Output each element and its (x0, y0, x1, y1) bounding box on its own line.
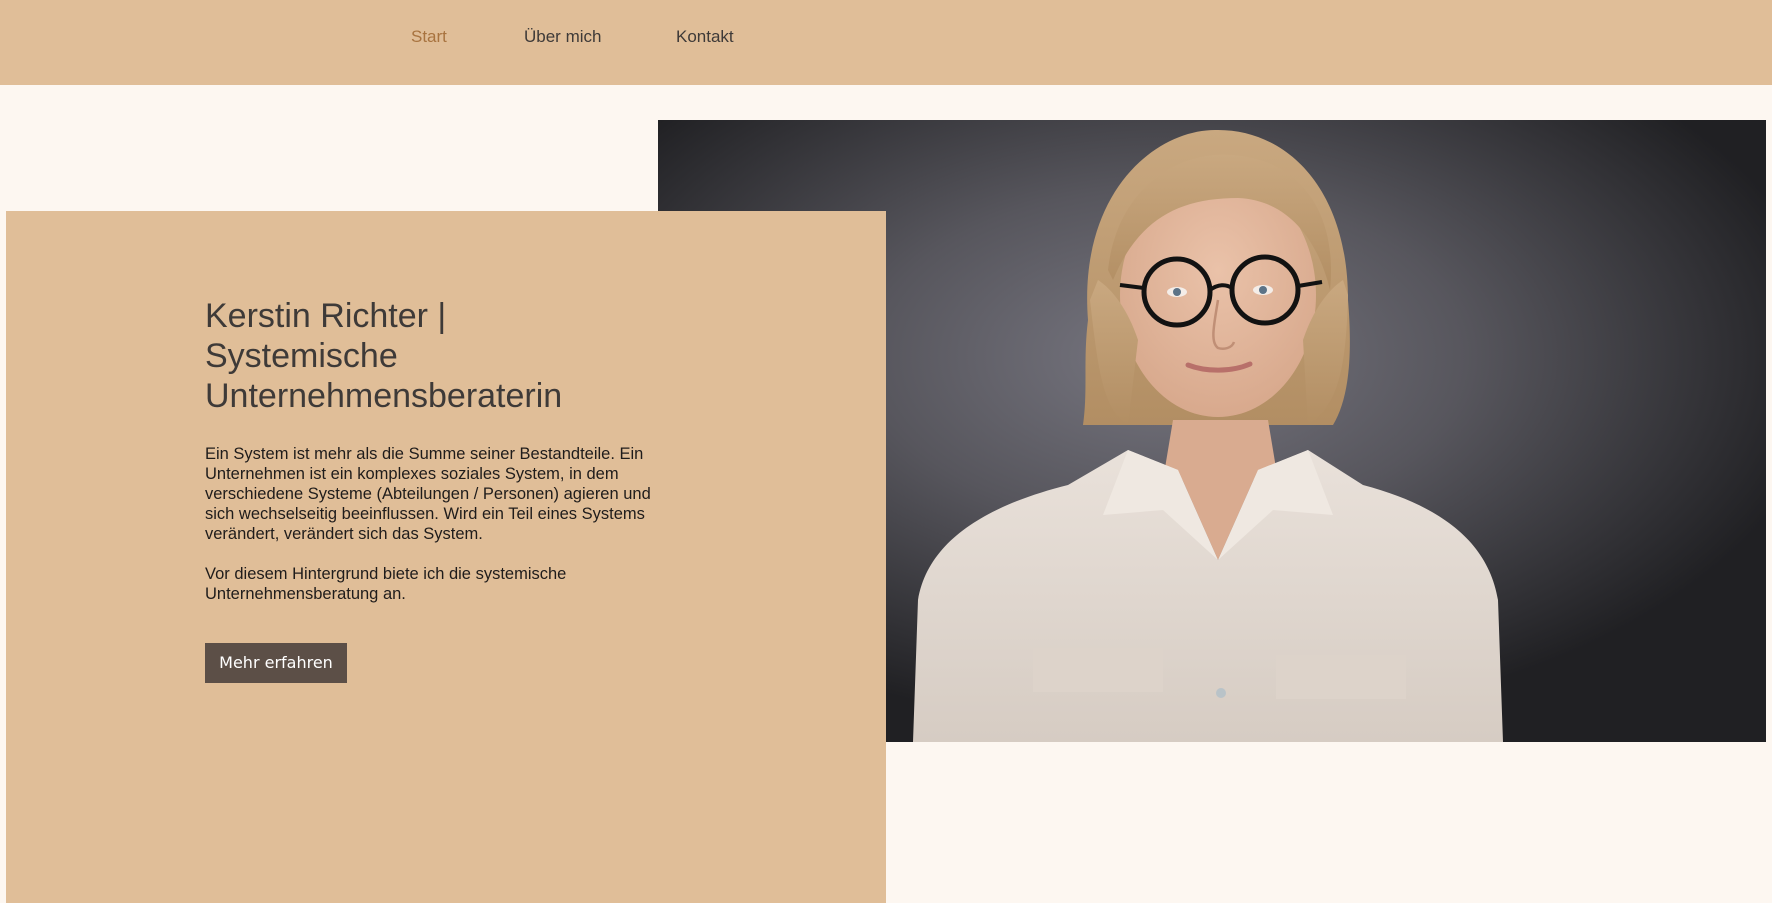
offer-paragraph: Vor diesem Hintergrund biete ich die sys… (205, 564, 685, 604)
nav-item-contact[interactable]: Kontakt (676, 25, 734, 49)
page-title: Kerstin Richter | Systemische Unternehme… (205, 296, 645, 416)
offer-paragraph-line: Vor diesem Hintergrund biete ich die sys… (205, 565, 567, 583)
site-header: Start Über mich Kontakt (0, 0, 1772, 85)
intro-paragraph-line: sich wechselseitig beeinflussen. Wird ei… (205, 505, 645, 523)
learn-more-button[interactable]: Mehr erfahren (205, 643, 347, 683)
intro-paragraph-line: verschiedene Systeme (Abteilungen / Pers… (205, 485, 651, 503)
intro-paragraph-line: Unternehmen ist ein komplexes soziales S… (205, 465, 619, 483)
nav-item-start[interactable]: Start (411, 25, 447, 49)
page-title-line: Unternehmensberaterin (205, 377, 563, 415)
intro-paragraph-line: verändert, verändert sich das System. (205, 525, 483, 543)
offer-paragraph-line: Unternehmensberatung an. (205, 585, 406, 603)
page-title-line: Kerstin Richter | (205, 297, 447, 335)
intro-panel: Kerstin Richter | Systemische Unternehme… (6, 211, 886, 903)
page-title-line: Systemische (205, 337, 398, 375)
intro-paragraph-line: Ein System ist mehr als die Summe seiner… (205, 445, 644, 463)
nav-item-about[interactable]: Über mich (524, 25, 601, 49)
page: Start Über mich Kontakt Kerstin Richter … (0, 0, 1772, 903)
intro-paragraph: Ein System ist mehr als die Summe seiner… (205, 444, 685, 544)
